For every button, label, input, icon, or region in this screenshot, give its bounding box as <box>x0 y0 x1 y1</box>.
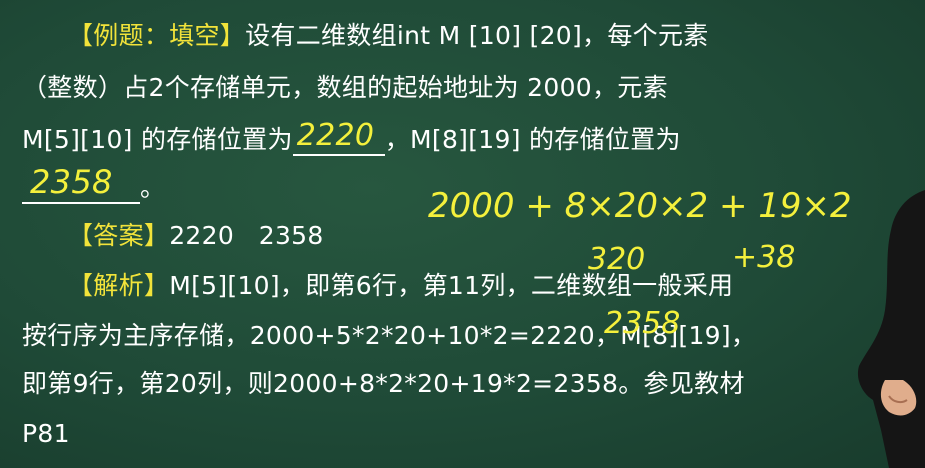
question-line-2: （整数）占2个存储单元，数组的起始地址为 2000，元素 <box>22 73 668 102</box>
blank-2-handwriting: 2358 <box>30 163 113 201</box>
analysis-line-3: 即第9行，第20列，则2000+8*2*20+19*2=2358。参见教材 <box>22 369 745 398</box>
question-line-1: 【例题：填空】设有二维数组int M [10] [20]，每个元素 <box>68 20 709 52</box>
answer-text: 2220 2358 <box>169 221 324 250</box>
question-text-1: 设有二维数组int M [10] [20]，每个元素 <box>245 21 709 50</box>
question-line-3: M[5][10] 的存储位置为 2220 ，M[8][19] 的存储位置为 <box>22 120 681 156</box>
handwritten-subtotal-38: +38 <box>732 240 796 275</box>
question-period: 。 <box>140 173 166 202</box>
analysis-tag: 【解析】 <box>68 271 170 300</box>
analysis-text-1: M[5][10]，即第6行，第11列，二维数组一般采用 <box>169 271 734 300</box>
handwritten-sum-2358: 2358 <box>604 306 681 341</box>
answer-tag: 【答案】 <box>68 221 170 250</box>
answer-line: 【答案】2220 2358 <box>68 220 324 252</box>
question-tag: 【例题：填空】 <box>68 21 246 50</box>
question-line-4: 2358 。 <box>22 166 166 204</box>
presenter-figure <box>857 190 925 468</box>
blank-1: 2220 <box>292 120 385 156</box>
analysis-line-4: P81 <box>22 419 70 448</box>
blank-2: 2358 <box>22 166 140 204</box>
handwritten-subtotal-320: 320 <box>588 242 646 277</box>
question-text-3a: M[5][10] 的存储位置为 <box>22 125 293 154</box>
blank-1-handwriting: 2220 <box>296 118 375 153</box>
question-text-3b: ，M[8][19] 的存储位置为 <box>384 125 681 154</box>
handwritten-formula: 2000 + 8×20×2 + 19×2 <box>428 186 852 226</box>
